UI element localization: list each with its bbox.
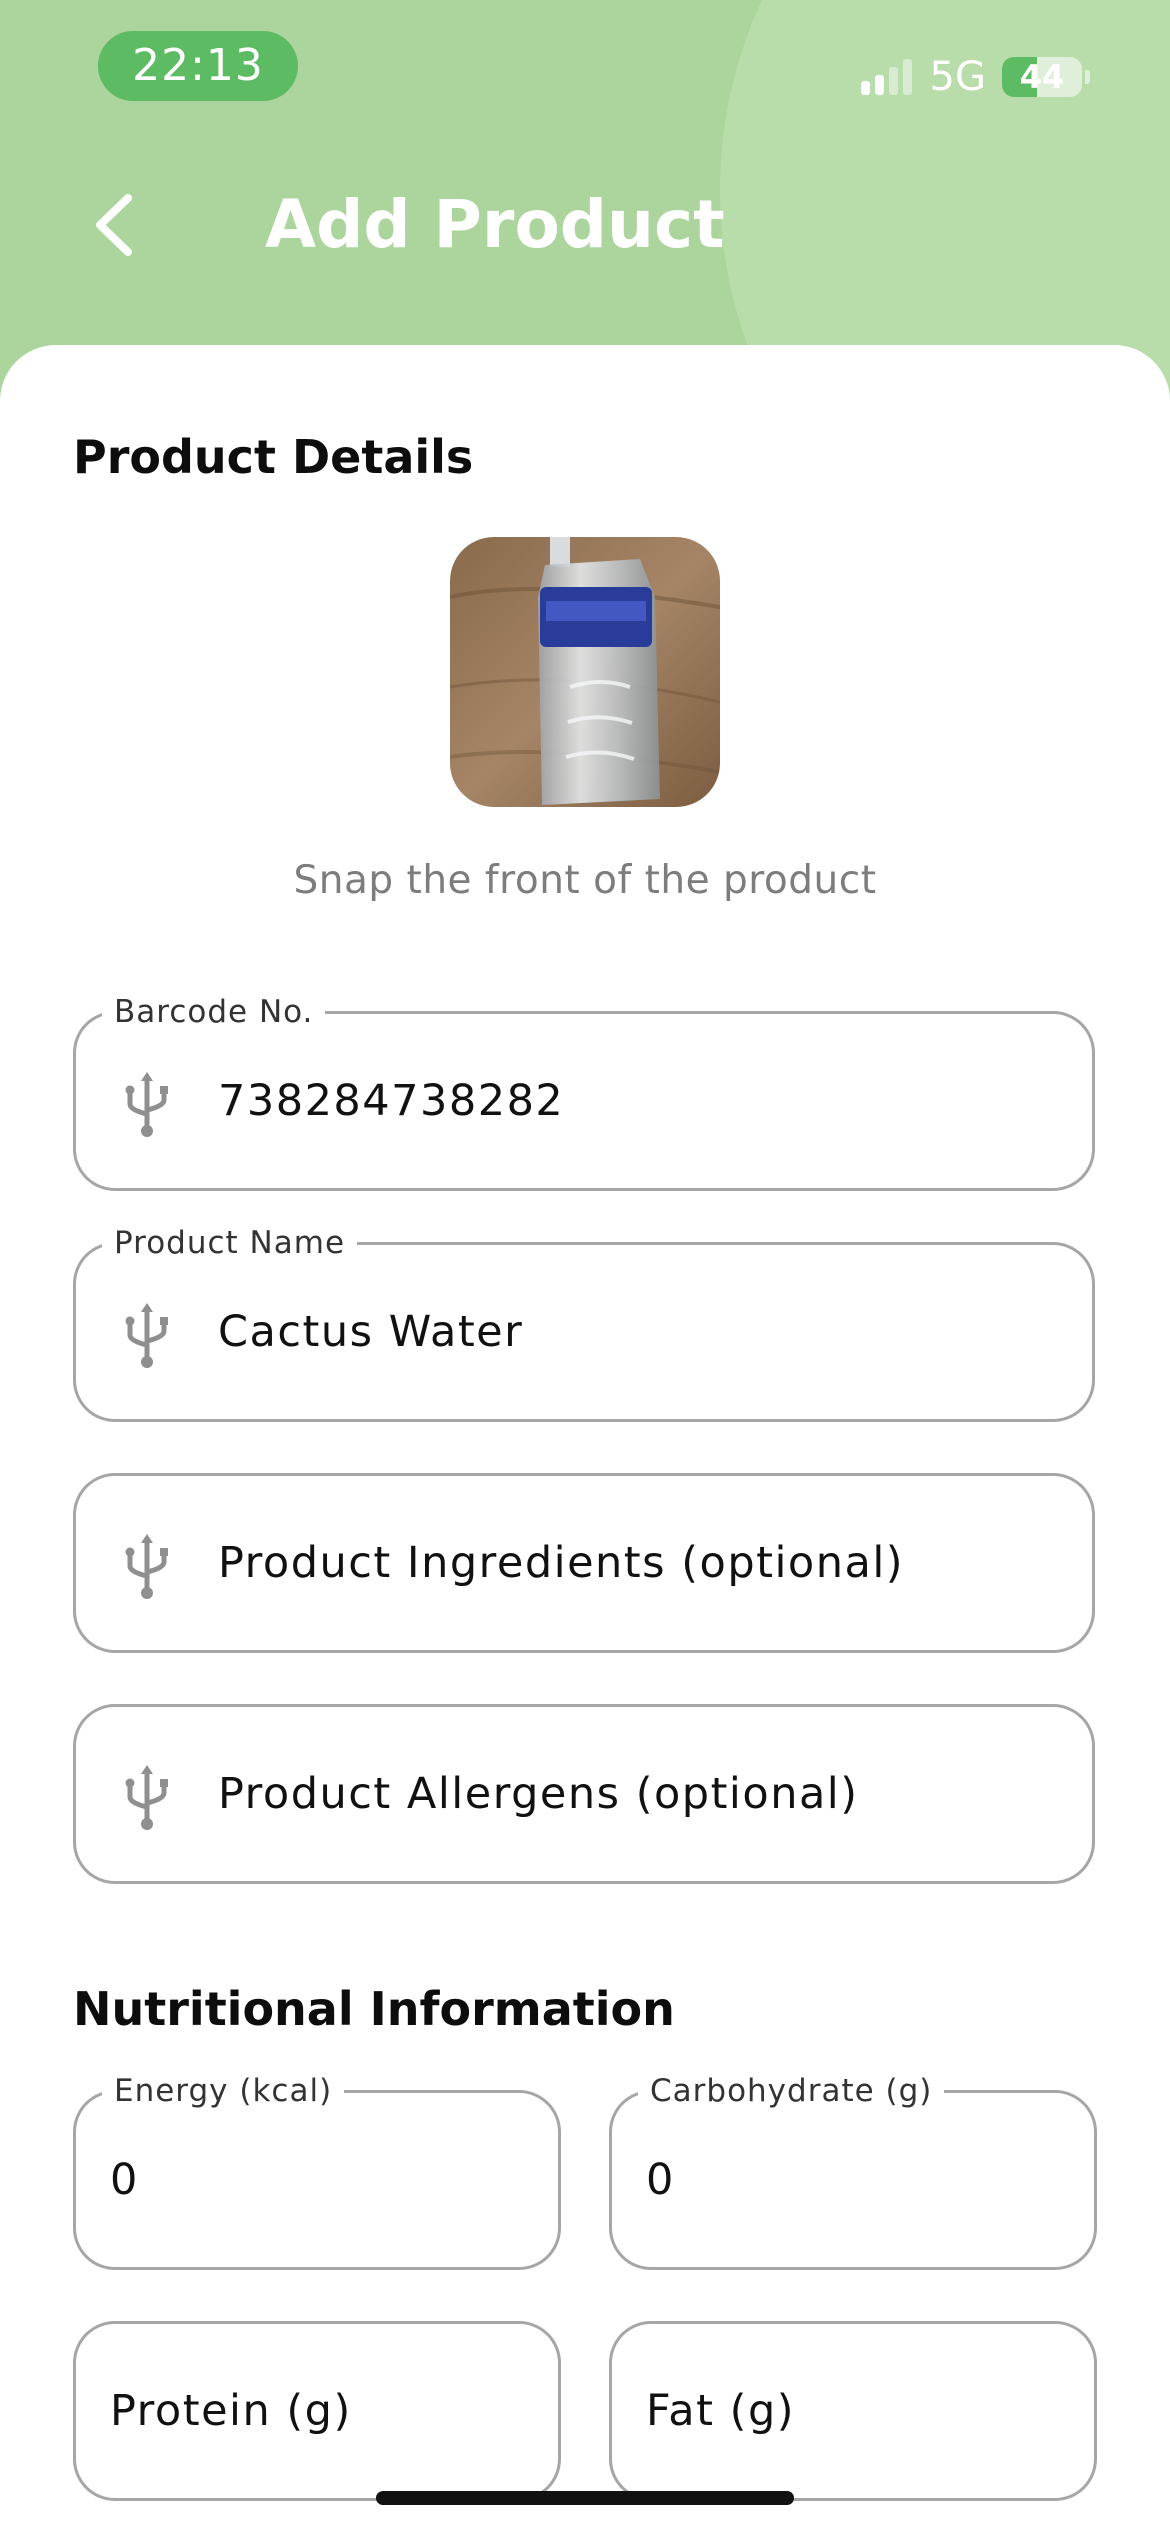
usb-icon [125,1534,168,1599]
ingredients-placeholder: Product Ingredients (optional) [218,1538,905,1588]
product-photo[interactable] [450,537,720,807]
product-name-field[interactable]: Product Name Cactus Water [73,1225,1095,1422]
product-details-title: Product Details [73,430,474,484]
battery-level: 44 [1019,58,1065,96]
barcode-value: 738284738282 [218,1076,565,1126]
usb-icon [125,1303,168,1368]
home-indicator[interactable] [376,2491,794,2505]
page-title: Add Product [265,186,725,263]
barcode-field[interactable]: Barcode No. 738284738282 [73,994,1095,1191]
usb-icon [125,1072,168,1137]
product-name-value: Cactus Water [218,1307,524,1357]
product-photo-image [450,537,720,807]
energy-value: 0 [110,2155,139,2205]
chevron-left-icon [96,194,132,256]
allergens-placeholder: Product Allergens (optional) [218,1769,859,1819]
usb-icon [125,1765,168,1830]
signal-icon [860,59,912,95]
allergens-field[interactable]: Product Allergens (optional) [73,1704,1095,1884]
carbohydrate-label: Carbohydrate (g) [638,2073,945,2109]
energy-field[interactable]: Energy (kcal) 0 [73,2073,561,2270]
carbohydrate-value: 0 [646,2155,675,2205]
fat-field[interactable]: Fat (g) [609,2321,1097,2501]
nutrition-title: Nutritional Information [73,1982,675,2036]
ingredients-field[interactable]: Product Ingredients (optional) [73,1473,1095,1653]
back-button[interactable] [78,180,158,270]
status-time: 22:13 [98,31,298,101]
photo-hint: Snap the front of the product [293,858,877,903]
protein-field[interactable]: Protein (g) [73,2321,561,2501]
battery-icon: 44 [1002,57,1082,97]
carbohydrate-field[interactable]: Carbohydrate (g) 0 [609,2073,1097,2270]
protein-placeholder: Protein (g) [110,2386,352,2436]
network-type: 5G [929,54,986,100]
fat-placeholder: Fat (g) [646,2386,796,2436]
status-indicators: 5G 44 [860,50,1090,104]
